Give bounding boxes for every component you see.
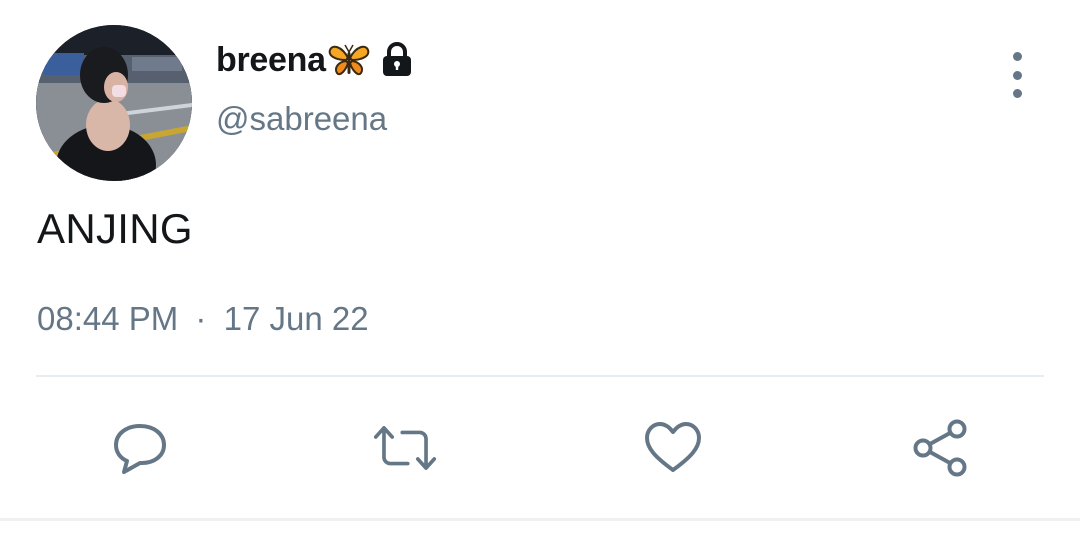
user-handle[interactable]: @sabreena — [216, 100, 387, 138]
more-dot-icon — [1012, 52, 1022, 61]
reply-button[interactable] — [108, 418, 172, 478]
tweet-detail: breena @sabreena ANJING 08:44 PM · 17 Ju… — [0, 0, 1080, 540]
butterfly-icon — [328, 42, 370, 78]
lock-icon — [380, 41, 414, 78]
avatar[interactable] — [36, 25, 192, 181]
author-name-row[interactable]: breena — [216, 38, 414, 82]
tweet-date: 17 Jun 22 — [223, 300, 369, 337]
retweet-icon — [373, 426, 437, 470]
like-button[interactable] — [641, 418, 705, 478]
reply-icon — [114, 424, 166, 474]
timestamp-separator: · — [195, 300, 207, 337]
more-options-button[interactable] — [1000, 52, 1034, 98]
avatar-photo — [36, 25, 192, 181]
display-name[interactable]: breena — [216, 41, 326, 80]
share-button[interactable] — [908, 418, 972, 478]
more-dot-icon — [1012, 89, 1022, 98]
more-dot-icon — [1012, 70, 1022, 80]
tweet-text: ANJING — [37, 205, 193, 252]
divider — [36, 375, 1044, 377]
tweet-time: 08:44 PM — [37, 300, 179, 337]
like-icon — [645, 422, 701, 472]
share-icon — [913, 419, 967, 477]
tweet-timestamp[interactable]: 08:44 PM · 17 Jun 22 — [37, 300, 369, 338]
retweet-button[interactable] — [373, 418, 437, 478]
bottom-divider — [0, 518, 1080, 521]
